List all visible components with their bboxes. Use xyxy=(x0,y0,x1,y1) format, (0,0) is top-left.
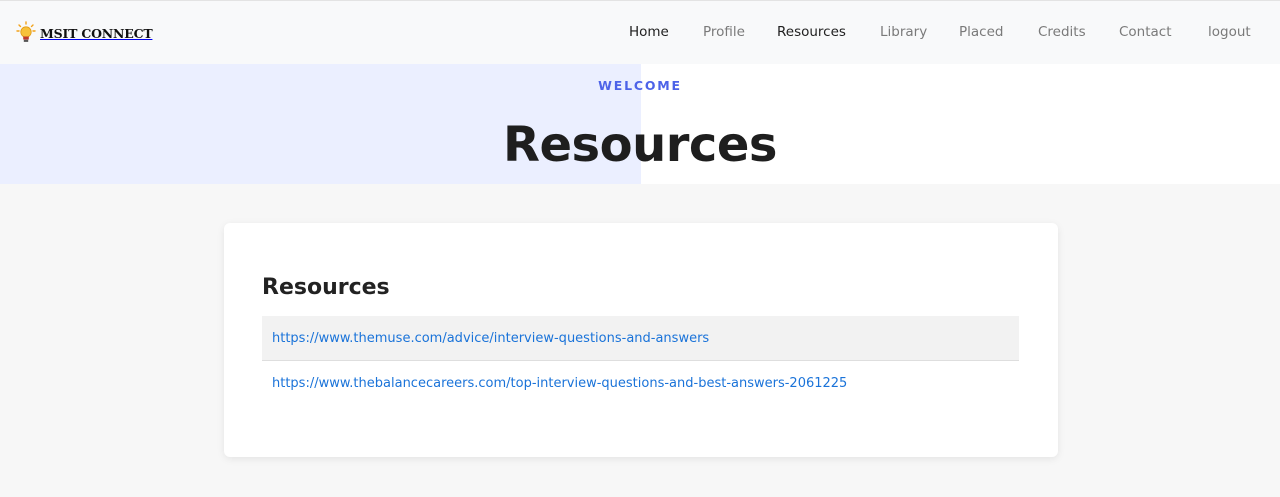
nav-library[interactable]: Library xyxy=(880,24,927,40)
resources-card: Resources https://www.themuse.com/advice… xyxy=(224,223,1058,457)
brand-logo[interactable]: MSIT CONNECT xyxy=(16,19,153,47)
brand-name: MSIT CONNECT xyxy=(40,25,153,41)
nav-profile[interactable]: Profile xyxy=(703,24,745,40)
card-title: Resources xyxy=(262,275,390,300)
page-title: Resources xyxy=(503,117,777,173)
nav-placed[interactable]: Placed xyxy=(959,24,1003,40)
resource-link[interactable]: https://www.thebalancecareers.com/top-in… xyxy=(272,376,847,391)
hero-banner: WELCOME Resources xyxy=(0,64,1280,184)
nav-contact[interactable]: Contact xyxy=(1119,24,1172,40)
nav-resources[interactable]: Resources xyxy=(777,24,846,40)
lightbulb-icon xyxy=(16,21,36,42)
table-row: https://www.themuse.com/advice/interview… xyxy=(262,316,1019,361)
hero-eyebrow: WELCOME xyxy=(598,78,682,93)
nav-home[interactable]: Home xyxy=(629,24,669,40)
nav-credits[interactable]: Credits xyxy=(1038,24,1086,40)
resource-link[interactable]: https://www.themuse.com/advice/interview… xyxy=(272,331,709,346)
nav-logout[interactable]: logout xyxy=(1208,24,1251,40)
resources-table: https://www.themuse.com/advice/interview… xyxy=(262,316,1019,406)
table-row: https://www.thebalancecareers.com/top-in… xyxy=(262,361,1019,406)
navbar: MSIT CONNECT Home Profile Resources Libr… xyxy=(0,0,1280,64)
